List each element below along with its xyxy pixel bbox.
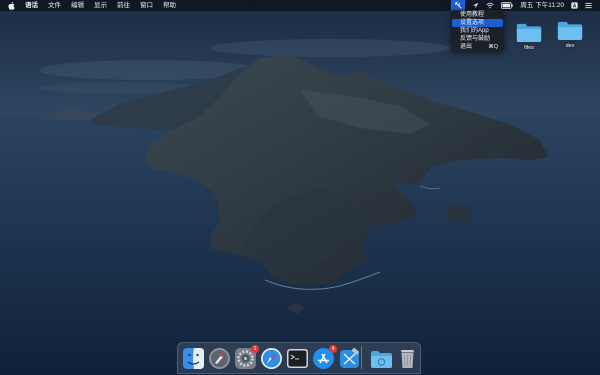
dock: 1 4 <box>177 342 421 374</box>
menu-window[interactable]: 窗口 <box>140 0 153 11</box>
menu-help[interactable]: 帮助 <box>163 0 176 11</box>
status-bolt-icon <box>455 2 462 9</box>
desktop-icon-label: files <box>524 45 534 51</box>
dock-downloads[interactable] <box>370 347 393 370</box>
dock-launchpad[interactable] <box>208 347 231 370</box>
menu-item-label: 设置选项 <box>460 20 485 26</box>
dock-xcode[interactable] <box>338 347 361 370</box>
desktop-icon-label: dev <box>565 43 575 49</box>
folder-icon <box>516 23 542 43</box>
dock-trash[interactable] <box>396 347 419 370</box>
desktop-folder-dev[interactable]: dev <box>553 20 587 49</box>
menu-item-settings[interactable]: 设置选项 <box>452 19 503 27</box>
desktop-wallpaper <box>0 0 600 375</box>
menu-item-label: 退出 <box>460 44 473 50</box>
apple-menu-icon[interactable] <box>8 1 15 10</box>
hammer-icon <box>340 347 359 368</box>
menu-clock[interactable]: 周五 下午11:20 <box>520 0 564 11</box>
menu-go[interactable]: 前往 <box>117 0 130 11</box>
menu-item-label: 我们的App <box>460 28 489 34</box>
menu-item-feedback[interactable]: 反馈与鼓励 <box>452 35 503 43</box>
wifi-icon[interactable] <box>486 2 495 9</box>
notification-center-icon[interactable] <box>585 2 592 9</box>
finder-icon <box>183 348 204 369</box>
svg-text:A: A <box>573 3 577 9</box>
menu-file[interactable]: 文件 <box>48 0 61 11</box>
menu-app-name[interactable]: 语话 <box>25 0 38 11</box>
dock-system-preferences[interactable]: 1 <box>234 345 259 370</box>
dock-safari[interactable] <box>260 347 283 370</box>
menu-item-label: 使用教程 <box>460 12 485 18</box>
terminal-icon <box>287 349 308 368</box>
folder-icon <box>371 351 392 368</box>
menu-item-label: 反馈与鼓励 <box>460 36 491 42</box>
menu-item-our-apps[interactable]: 我们的App <box>452 27 503 35</box>
menu-item-tutorial[interactable]: 使用教程 <box>452 11 503 19</box>
battery-icon[interactable] <box>501 2 514 9</box>
location-icon[interactable] <box>472 2 479 9</box>
input-source-icon[interactable]: A <box>571 2 578 9</box>
desktop-folder-files[interactable]: files <box>512 22 546 51</box>
menu-bar: 语话 文件 编辑 显示 前往 窗口 帮助 周五 下午11:20 A <box>0 0 600 11</box>
menu-view[interactable]: 显示 <box>94 0 107 11</box>
status-menu-dropdown: 使用教程 设置选项 我们的App 反馈与鼓励 退出 ⌘Q <box>451 10 504 51</box>
dock-finder[interactable] <box>182 347 205 370</box>
menu-item-quit[interactable]: 退出 ⌘Q <box>452 43 503 51</box>
launchpad-icon <box>209 348 230 369</box>
menu-edit[interactable]: 编辑 <box>71 0 84 11</box>
notification-badge: 4 <box>329 345 337 353</box>
dock-separator <box>361 346 362 369</box>
compass-icon <box>261 348 282 369</box>
dock-app-store[interactable]: 4 <box>312 345 337 370</box>
notification-badge: 1 <box>251 345 259 353</box>
dock-terminal[interactable] <box>286 347 309 370</box>
folder-icon <box>557 21 583 41</box>
trash-icon <box>401 350 414 368</box>
quit-shortcut: ⌘Q <box>488 44 498 50</box>
